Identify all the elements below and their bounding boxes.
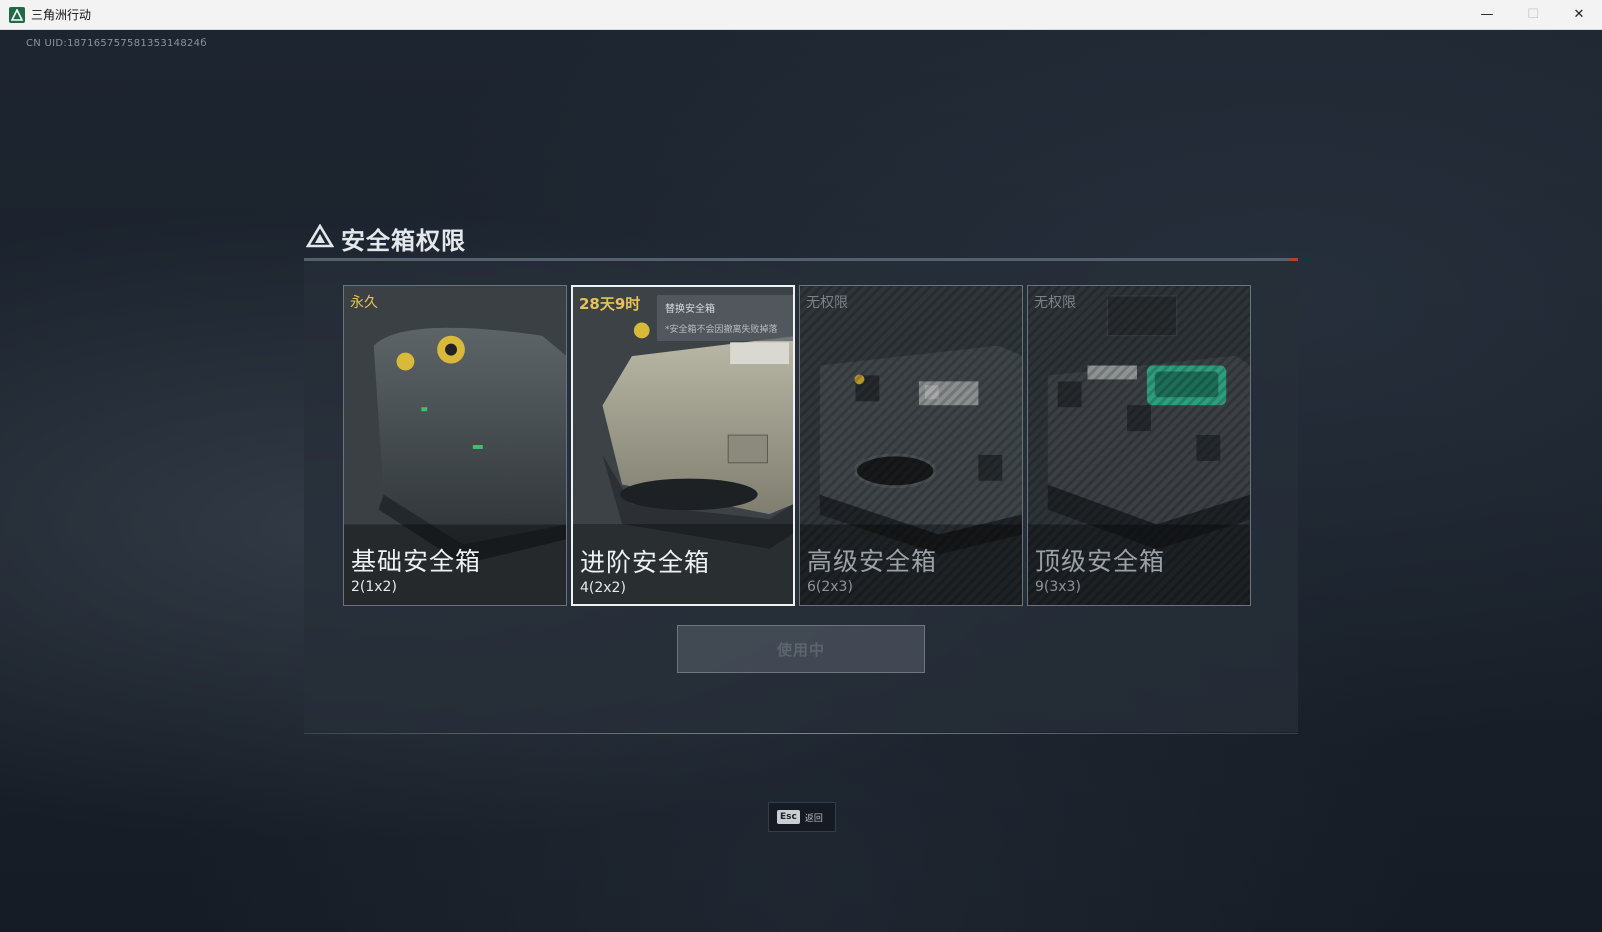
triangle-logo-icon xyxy=(305,223,335,252)
card-name: 基础安全箱 xyxy=(351,547,482,576)
safe-box-card-top[interactable]: 无权限 顶级安全箱 9(3x3) xyxy=(1027,285,1251,606)
safe-box-card-advanced[interactable]: 28天9时 替换安全箱 *安全箱不会因撤离失败掉落 进阶安全箱 4(2x2) xyxy=(571,285,795,606)
panel-title: 安全箱权限 xyxy=(341,226,466,255)
in-use-button[interactable]: 使用中 xyxy=(677,625,925,673)
esc-key-icon: Esc xyxy=(777,810,800,824)
tooltip-title: 替换安全箱 xyxy=(665,304,715,315)
panel-accent xyxy=(1290,258,1298,261)
card-status: 无权限 xyxy=(1034,295,1076,311)
window-title: 三角洲行动 xyxy=(31,8,92,22)
window-controls: — ☐ ✕ xyxy=(1464,0,1602,30)
safe-box-card-premium[interactable]: 无权限 高级安全箱 6(2x3) xyxy=(799,285,1023,606)
panel-divider xyxy=(304,733,1298,734)
safe-box-card-basic[interactable]: 永久 基础安全箱 2(1x2) xyxy=(343,285,567,606)
card-capacity: 2(1x2) xyxy=(351,579,397,595)
card-status: 永久 xyxy=(350,295,378,311)
card-capacity: 9(3x3) xyxy=(1035,579,1081,595)
minimize-button[interactable]: — xyxy=(1464,0,1510,30)
card-capacity: 6(2x3) xyxy=(807,579,853,595)
card-capacity: 4(2x2) xyxy=(580,580,626,596)
window-titlebar: 三角洲行动 — ☐ ✕ xyxy=(0,0,1602,30)
card-name: 顶级安全箱 xyxy=(1035,547,1166,576)
safe-box-panel: 永久 基础安全箱 2(1x2) 28天9时 替换安全箱 *安全箱不会因撤离失败掉… xyxy=(304,258,1298,734)
card-status: 28天9时 xyxy=(579,295,641,313)
game-viewport: CN UID:18716575758135314824б 安全箱权限 永久 基础… xyxy=(0,30,1602,932)
card-name: 高级安全箱 xyxy=(807,547,938,576)
card-status: 无权限 xyxy=(806,295,848,311)
tooltip-note: *安全箱不会因撤离失败掉落 xyxy=(665,325,778,335)
replace-safe-box-tooltip: 替换安全箱 *安全箱不会因撤离失败掉落 xyxy=(657,295,793,341)
back-label: 返回 xyxy=(804,813,823,824)
close-button[interactable]: ✕ xyxy=(1556,0,1602,30)
uid-label: CN UID:18716575758135314824б xyxy=(26,38,207,49)
card-name: 进阶安全箱 xyxy=(580,548,711,577)
maximize-button[interactable]: ☐ xyxy=(1510,0,1556,30)
esc-back-hint[interactable]: Esc 返回 xyxy=(768,802,836,832)
app-logo-icon xyxy=(9,6,25,23)
panel-header: 安全箱权限 xyxy=(305,222,466,255)
